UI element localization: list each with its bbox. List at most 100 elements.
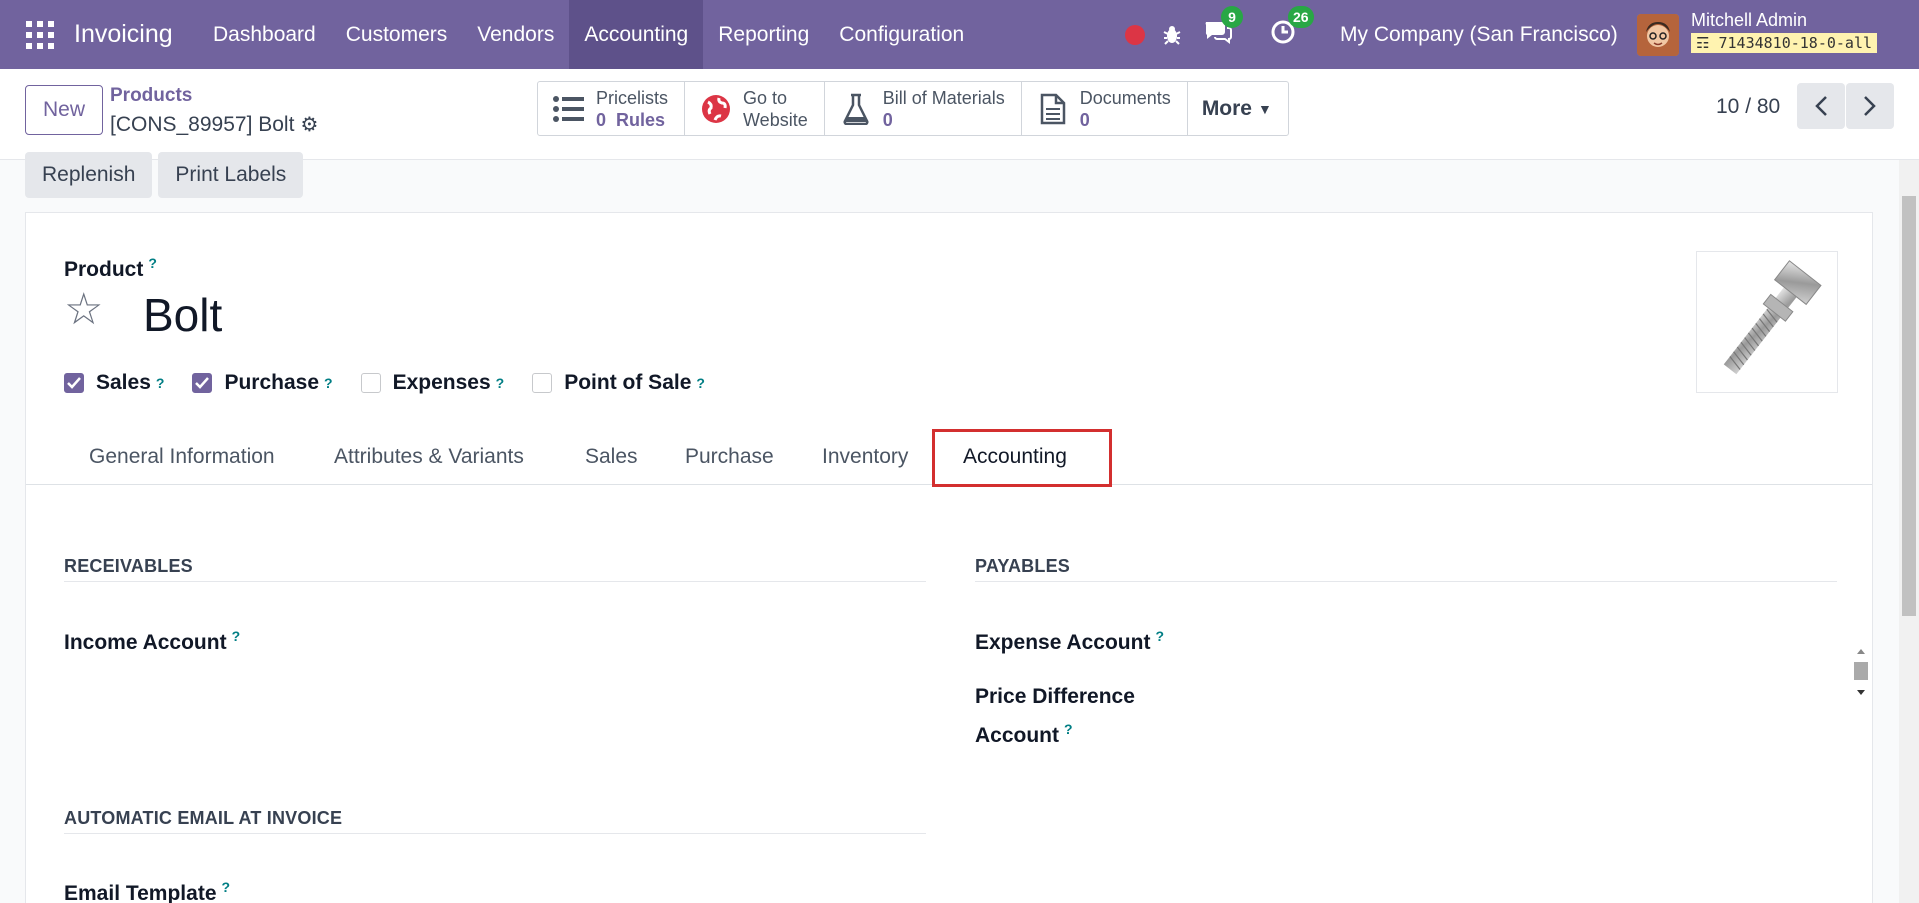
main-menu: Dashboard Customers Vendors Accounting R… [198, 0, 979, 69]
checkbox-expenses[interactable]: Expenses? [360, 371, 505, 395]
check-icon[interactable] [64, 373, 84, 393]
chevron-right-icon [1864, 96, 1876, 116]
scrollbar-thumb[interactable] [1902, 196, 1916, 616]
activity-clock-icon[interactable]: 26 [1270, 0, 1314, 69]
expense-account-text: Expense Account [975, 631, 1151, 654]
help-tooltip[interactable]: ? [1064, 721, 1073, 737]
menu-configuration[interactable]: Configuration [824, 0, 979, 69]
menu-reporting[interactable]: Reporting [703, 0, 824, 69]
pricelists-label: Pricelists [596, 87, 669, 108]
breadcrumb-products[interactable]: Products [110, 85, 192, 107]
automatic-email-divider [64, 833, 926, 834]
checkbox-point-of-sale[interactable]: Point of Sale? [532, 371, 705, 395]
messages-badge: 9 [1221, 6, 1243, 28]
gear-icon[interactable]: ⚙ [300, 112, 318, 137]
receivables-heading: RECEIVABLES [64, 556, 193, 576]
database-name-text: 71434810-18-0-all [1718, 34, 1873, 52]
apps-grid-icon[interactable] [26, 21, 54, 49]
caret-down-icon: ▼ [1258, 100, 1272, 117]
check-icon[interactable] [192, 373, 213, 393]
more-dropdown[interactable]: More ▼ [1188, 82, 1288, 135]
notebook-tabs: General Information Attributes & Variant… [26, 428, 1872, 695]
new-button[interactable]: New [25, 85, 103, 135]
website-line2: Website [743, 109, 808, 130]
income-account-label: Income Account? [64, 620, 240, 659]
price-difference-line2: Account [975, 724, 1059, 747]
tab-inventory[interactable]: Inventory [822, 428, 908, 485]
messages-icon[interactable]: 9 [1203, 0, 1243, 69]
menu-vendors[interactable]: Vendors [462, 0, 569, 69]
company-switcher[interactable]: My Company (San Francisco) [1340, 0, 1618, 69]
user-avatar[interactable] [1637, 14, 1679, 56]
pricelists-rules-label: Rules [616, 109, 666, 130]
help-tooltip[interactable]: ? [1155, 628, 1164, 644]
breadcrumb-current-label: [CONS_89957] Bolt [110, 113, 295, 136]
pager-value[interactable]: 10 / 80 [1716, 95, 1780, 119]
record-indicator-icon[interactable] [1125, 0, 1145, 69]
print-labels-button[interactable]: Print Labels [158, 152, 304, 198]
checkbox-box[interactable] [360, 373, 381, 393]
tab-general-information[interactable]: General Information [89, 428, 275, 485]
page-scrollbar[interactable] [1899, 160, 1919, 903]
tab-sales[interactable]: Sales [585, 428, 638, 485]
payables-divider [975, 581, 1837, 582]
website-line1: Go to [743, 87, 788, 108]
tab-accounting[interactable]: Accounting [963, 428, 1067, 485]
tabs-scrollbar[interactable] [1852, 646, 1870, 698]
document-icon [1036, 92, 1070, 126]
menu-dashboard[interactable]: Dashboard [198, 0, 331, 69]
checkbox-sales-label: Sales [96, 371, 151, 394]
pricelists-button[interactable]: Pricelists 0 Rules [538, 82, 686, 135]
checkbox-box[interactable] [532, 373, 553, 393]
email-template-label: Email Template? [64, 871, 230, 903]
help-tooltip[interactable]: ? [156, 375, 165, 391]
documents-count: 0 [1079, 109, 1090, 130]
help-tooltip[interactable]: ? [324, 375, 333, 391]
user-name[interactable]: Mitchell Admin [1691, 10, 1807, 31]
receivables-divider [64, 581, 926, 582]
checkbox-sales[interactable]: Sales? [64, 371, 164, 395]
control-panel: New Products [CONS_89957] Bolt ⚙ Pricelis… [0, 69, 1919, 160]
product-label-text: Product [64, 258, 144, 281]
form-sheet: Product? ☆ Bolt Sales ? Purchase ? Expen… [25, 212, 1873, 903]
automatic-email-heading: AUTOMATIC EMAIL AT INVOICE [64, 808, 343, 828]
documents-button[interactable]: Documents 0 [1022, 82, 1188, 135]
tab-attributes-variants[interactable]: Attributes & Variants [334, 428, 524, 485]
list-icon [552, 92, 586, 126]
checkbox-purchase-label: Purchase [224, 371, 320, 394]
tab-purchase[interactable]: Purchase [685, 428, 774, 485]
bom-label: Bill of Materials [882, 87, 1005, 108]
help-tooltip[interactable]: ? [232, 628, 241, 644]
pager-next-button[interactable] [1846, 83, 1894, 129]
pager-previous-button[interactable] [1797, 83, 1845, 129]
help-tooltip[interactable]: ? [696, 375, 705, 391]
product-name-field[interactable]: Bolt [143, 288, 222, 342]
payables-heading: PAYABLES [975, 556, 1070, 576]
go-to-website-button[interactable]: Go to Website [685, 82, 825, 135]
product-label: Product? [64, 255, 157, 282]
globe-icon [699, 92, 733, 126]
help-tooltip[interactable]: ? [496, 375, 505, 391]
favorite-star-icon[interactable]: ☆ [64, 288, 103, 332]
email-template-text: Email Template [64, 882, 217, 903]
help-tooltip[interactable]: ? [148, 255, 157, 271]
breadcrumb-current: [CONS_89957] Bolt ⚙ [110, 112, 318, 137]
more-label: More [1201, 96, 1252, 120]
price-difference-account-label: Price Difference Account? [975, 680, 1135, 752]
bug-icon[interactable] [1161, 0, 1183, 69]
expense-account-label: Expense Account? [975, 620, 1164, 659]
smart-buttons: Pricelists 0 Rules Go to Website Bill of… [537, 81, 1289, 136]
income-account-text: Income Account [64, 631, 227, 654]
database-name: ☶ 71434810-18-0-all [1691, 33, 1878, 53]
bill-of-materials-button[interactable]: Bill of Materials 0 [825, 82, 1022, 135]
checkbox-purchase[interactable]: Purchase? [192, 371, 333, 395]
product-image[interactable] [1696, 251, 1838, 393]
replenish-button[interactable]: Replenish [25, 152, 153, 198]
product-flags: Sales? Purchase? Expenses? Point of Sale… [64, 371, 733, 395]
app-brand[interactable]: Invoicing [74, 0, 173, 69]
menu-customers[interactable]: Customers [331, 0, 463, 69]
bom-count: 0 [882, 109, 893, 130]
chevron-left-icon [1815, 96, 1827, 116]
menu-accounting[interactable]: Accounting [569, 0, 704, 69]
help-tooltip[interactable]: ? [222, 879, 231, 895]
